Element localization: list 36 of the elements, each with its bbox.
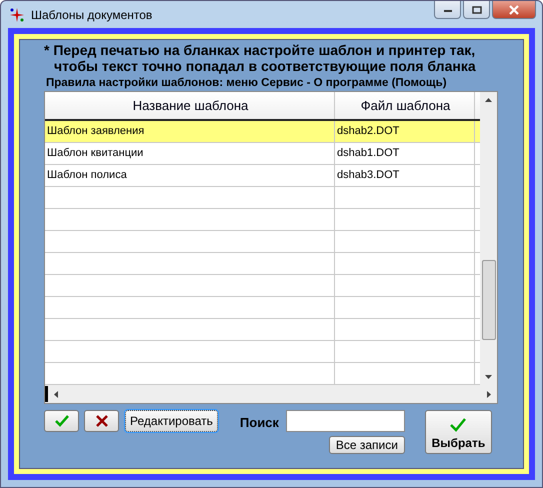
table-cell: dshab3.DOT [335, 165, 475, 186]
column-header[interactable]: Файл шаблона [335, 92, 475, 119]
maximize-button[interactable] [463, 1, 490, 19]
scroll-thumb[interactable] [482, 260, 496, 340]
table-cell: Шаблон заявления [45, 121, 335, 142]
confirm-button[interactable] [44, 410, 79, 432]
sparkle-icon [9, 6, 25, 22]
table-row[interactable]: Шаблон квитанции dshab1.DOT [45, 143, 480, 165]
up-arrow-icon[interactable] [485, 98, 492, 102]
check-icon [450, 418, 466, 432]
table-cell: dshab1.DOT [335, 143, 475, 164]
check-icon [54, 415, 68, 427]
close-button[interactable] [492, 1, 536, 19]
choose-button[interactable]: Выбрать [424, 410, 492, 454]
hint-text: Правила настройки шаблонов: меню Сервис - О программе (Помощь) [46, 77, 447, 89]
search-field[interactable] [286, 410, 405, 432]
selected-row[interactable]: Шаблон заявления dshab2.DOT [45, 121, 480, 143]
minimize-button[interactable] [434, 1, 461, 19]
down-arrow-icon[interactable] [485, 375, 492, 379]
window-title: Шаблоны документов [31, 8, 154, 22]
notice-text: чтобы текст точно попадал в соответствующие поля бланка [54, 58, 476, 74]
cancel-button[interactable] [84, 410, 119, 432]
table-cell: Шаблон полиса [45, 165, 335, 186]
edit-button[interactable]: Редактировать [125, 410, 218, 432]
search-label: Поиск [240, 415, 279, 430]
all-records-button[interactable]: Все записи [328, 436, 405, 454]
horizontal-scrollbar[interactable] [45, 385, 497, 403]
vertical-scrollbar[interactable] [480, 92, 497, 385]
notice-text: * Перед печатью на бланках настройте шаблон и принтер так, [44, 42, 476, 58]
cross-icon [96, 415, 108, 427]
table-cell: dshab2.DOT [335, 121, 475, 142]
table-cell: Шаблон квитанции [45, 143, 335, 164]
column-header[interactable]: Название шаблона [45, 92, 335, 119]
close-icon [508, 4, 520, 14]
maximize-icon [472, 6, 482, 14]
table-row[interactable]: Шаблон полиса dshab3.DOT [45, 165, 480, 187]
